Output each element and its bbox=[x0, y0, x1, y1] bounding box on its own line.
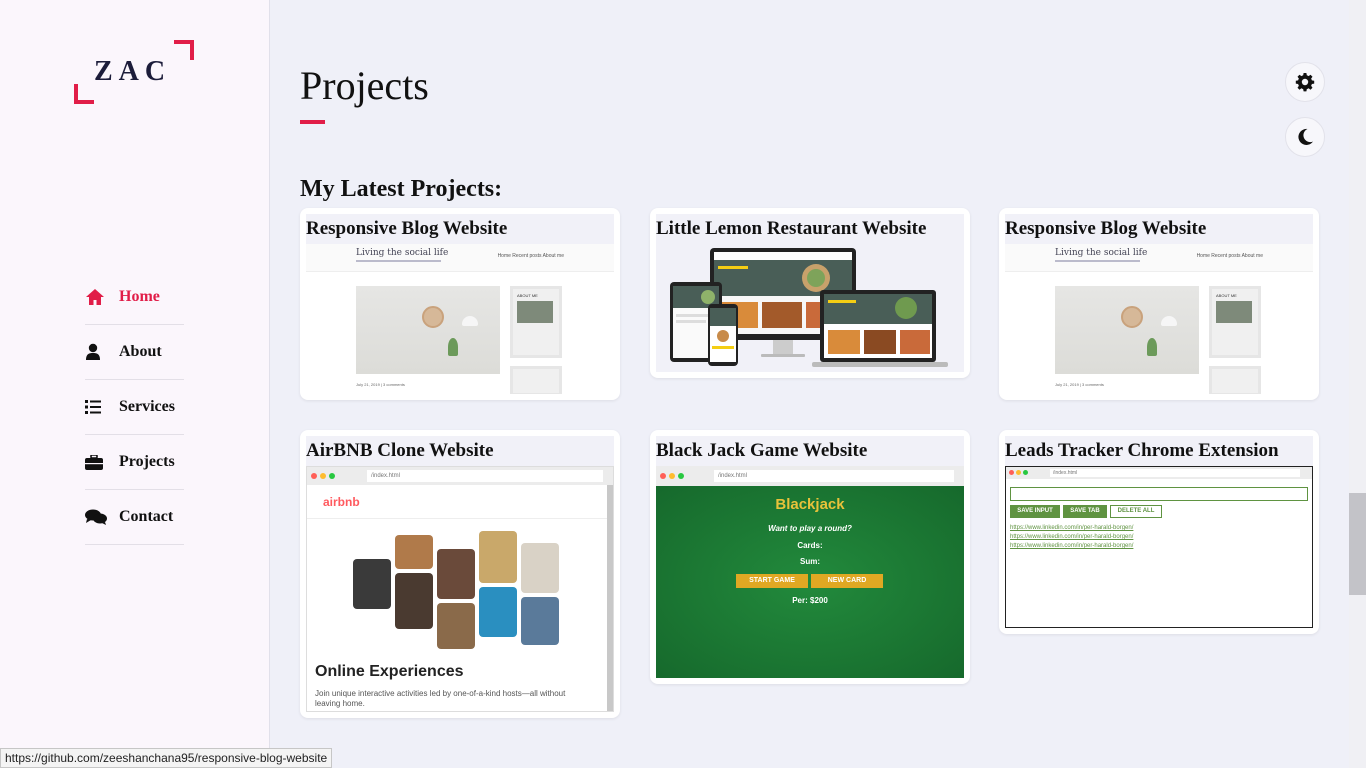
leads-input bbox=[1010, 487, 1308, 501]
project-card[interactable]: Responsive Blog Website Living the socia… bbox=[300, 208, 620, 400]
sidebar-nav: Home About Services Projects Contact bbox=[85, 270, 184, 545]
moon-icon bbox=[1298, 128, 1313, 145]
blog-site-title: Living the social life bbox=[356, 248, 449, 258]
title-underline bbox=[300, 120, 325, 124]
save-tab-button: SAVE TAB bbox=[1063, 505, 1107, 518]
project-thumbnail: Living the social life Home Recent posts… bbox=[306, 244, 614, 394]
sidebar-item-label: Projects bbox=[119, 453, 175, 470]
blog-about-box: ABOUT ME bbox=[510, 286, 562, 358]
lead-link: https://www.linkedin.com/in/per-harald-b… bbox=[1010, 525, 1134, 531]
blog-subtitle-bar bbox=[1055, 260, 1140, 262]
airbnb-photo-grid bbox=[353, 531, 559, 649]
project-card-title: Little Lemon Restaurant Website bbox=[656, 214, 964, 244]
sidebar-item-home[interactable]: Home bbox=[85, 270, 184, 325]
blog-hero-image bbox=[1055, 286, 1199, 374]
blog-about-label: ABOUT ME bbox=[517, 293, 538, 298]
sidebar: ZAC Home About Services Projects Contact bbox=[0, 0, 270, 768]
blackjack-table: Blackjack Want to play a round? Cards: S… bbox=[656, 486, 964, 678]
project-thumbnail: /index.html Blackjack Want to play a rou… bbox=[656, 466, 964, 678]
lead-link: https://www.linkedin.com/in/per-harald-b… bbox=[1010, 534, 1134, 540]
delete-all-button: DELETE ALL bbox=[1110, 505, 1162, 518]
thumb-scrollbar bbox=[607, 485, 613, 711]
comments-icon bbox=[85, 509, 111, 525]
project-card[interactable]: Leads Tracker Chrome Extension /index.ht… bbox=[999, 430, 1319, 634]
blog-nav: Home Recent posts About me bbox=[497, 253, 564, 259]
section-heading: My Latest Projects: bbox=[300, 176, 503, 202]
blog-header: Living the social life Home Recent posts… bbox=[1005, 244, 1313, 272]
project-card[interactable]: Responsive Blog Website Living the socia… bbox=[999, 208, 1319, 400]
logo[interactable]: ZAC bbox=[74, 40, 194, 104]
project-card-title: Responsive Blog Website bbox=[1005, 214, 1313, 244]
sidebar-item-about[interactable]: About bbox=[85, 325, 184, 380]
blackjack-heading: Blackjack bbox=[775, 496, 845, 513]
blog-recent-box bbox=[1209, 366, 1261, 394]
blog-about-box: ABOUT ME bbox=[1209, 286, 1261, 358]
logo-corner-bottom-left bbox=[74, 84, 94, 104]
page-title: Projects bbox=[300, 63, 429, 108]
blackjack-cards: Cards: bbox=[797, 541, 823, 550]
sidebar-item-label: Services bbox=[119, 398, 175, 415]
browser-url: /index.html bbox=[1050, 469, 1300, 477]
blackjack-sum: Sum: bbox=[800, 557, 820, 566]
blackjack-prompt: Want to play a round? bbox=[768, 524, 852, 533]
new-card-button: NEW CARD bbox=[811, 574, 883, 588]
briefcase-icon bbox=[85, 454, 111, 470]
project-card-title: Black Jack Game Website bbox=[656, 436, 964, 466]
sidebar-item-label: Home bbox=[119, 288, 160, 305]
status-bar-url: https://github.com/zeeshanchana95/respon… bbox=[0, 748, 333, 768]
airbnb-subtext: Join unique interactive activities led b… bbox=[315, 689, 566, 708]
sidebar-item-label: Contact bbox=[119, 508, 174, 525]
list-icon bbox=[85, 400, 111, 414]
browser-url: /index.html bbox=[367, 470, 603, 482]
project-thumbnail: Living the social life Home Recent posts… bbox=[1005, 244, 1313, 394]
blog-header: Living the social life Home Recent posts… bbox=[306, 244, 614, 272]
leads-list: https://www.linkedin.com/in/per-harald-b… bbox=[1010, 524, 1133, 551]
project-card[interactable]: AirBNB Clone Website /index.html airbnb bbox=[300, 430, 620, 718]
sidebar-item-label: About bbox=[119, 343, 162, 360]
project-card-title: Leads Tracker Chrome Extension bbox=[1005, 436, 1313, 466]
browser-url: /index.html bbox=[714, 470, 954, 482]
browser-bar: /index.html bbox=[656, 466, 964, 486]
logo-text: ZAC bbox=[94, 56, 172, 87]
project-thumbnail: /index.html airbnb Online Experiences Jo… bbox=[306, 466, 614, 712]
save-input-button: SAVE INPUT bbox=[1010, 505, 1060, 518]
project-card[interactable]: Little Lemon Restaurant Website bbox=[650, 208, 970, 378]
blog-subtitle-bar bbox=[356, 260, 441, 262]
blog-meta: July 21, 2019 | 3 comments bbox=[1055, 382, 1104, 387]
project-card[interactable]: Black Jack Game Website /index.html Blac… bbox=[650, 430, 970, 684]
airbnb-logo: airbnb bbox=[323, 495, 360, 509]
lead-link: https://www.linkedin.com/in/per-harald-b… bbox=[1010, 543, 1134, 549]
blackjack-player: Per: $200 bbox=[792, 596, 828, 605]
page-scrollbar-thumb[interactable] bbox=[1349, 493, 1366, 595]
airbnb-header: airbnb bbox=[307, 485, 613, 519]
browser-bar: /index.html bbox=[307, 467, 613, 485]
blog-meta: July 21, 2019 | 3 comments bbox=[356, 382, 405, 387]
gear-icon bbox=[1295, 73, 1315, 92]
project-card-title: Responsive Blog Website bbox=[306, 214, 614, 244]
blog-about-label: ABOUT ME bbox=[1216, 293, 1237, 298]
home-icon bbox=[85, 288, 111, 306]
blog-recent-box bbox=[510, 366, 562, 394]
blog-hero-image bbox=[356, 286, 500, 374]
airbnb-headline: Online Experiences bbox=[315, 663, 464, 680]
settings-button[interactable] bbox=[1285, 62, 1325, 102]
sidebar-item-contact[interactable]: Contact bbox=[85, 490, 184, 545]
user-icon bbox=[85, 343, 111, 361]
start-game-button: START GAME bbox=[736, 574, 808, 588]
browser-bar: /index.html bbox=[1006, 467, 1312, 479]
sidebar-item-services[interactable]: Services bbox=[85, 380, 184, 435]
blog-nav: Home Recent posts About me bbox=[1196, 253, 1263, 259]
theme-toggle-button[interactable] bbox=[1285, 117, 1325, 157]
sidebar-item-projects[interactable]: Projects bbox=[85, 435, 184, 490]
blog-site-title: Living the social life bbox=[1055, 248, 1148, 258]
project-card-title: AirBNB Clone Website bbox=[306, 436, 614, 466]
logo-corner-top-right bbox=[174, 40, 194, 60]
project-thumbnail bbox=[656, 244, 964, 372]
project-thumbnail: /index.html SAVE INPUT SAVE TAB DELETE A… bbox=[1005, 466, 1313, 628]
devices-mockup bbox=[670, 248, 948, 367]
page-scrollbar-track[interactable] bbox=[1349, 0, 1366, 768]
